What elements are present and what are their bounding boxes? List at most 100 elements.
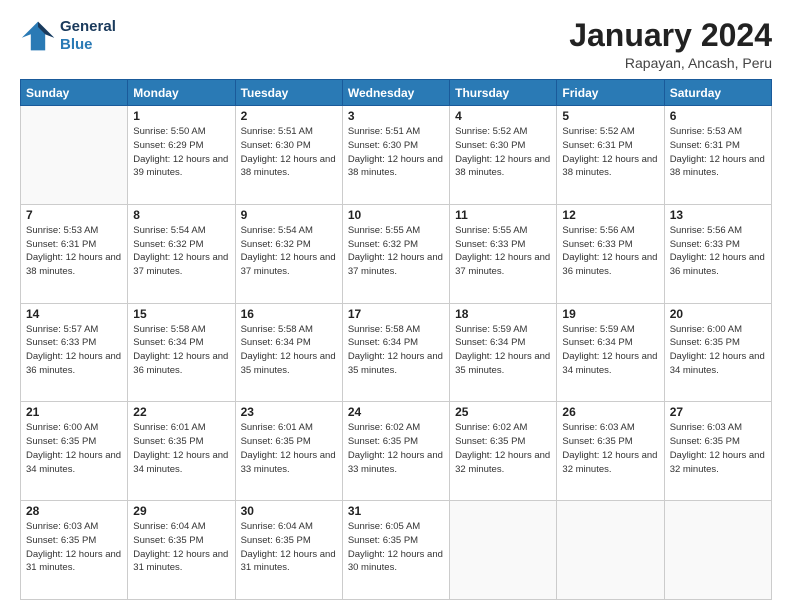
day-info: Sunrise: 6:03 AM Sunset: 6:35 PM Dayligh… xyxy=(562,421,658,476)
day-number: 3 xyxy=(348,109,444,123)
calendar-cell xyxy=(21,106,128,205)
calendar-week-row: 1 Sunrise: 5:50 AM Sunset: 6:29 PM Daylig… xyxy=(21,106,772,205)
logo-text: General Blue xyxy=(60,18,116,54)
calendar-cell: 25Sunrise: 6:02 AM Sunset: 6:35 PM Dayli… xyxy=(450,402,557,501)
calendar-cell: 21 Sunrise: 6:00 AM Sunset: 6:35 PM Dayli… xyxy=(21,402,128,501)
day-number: 16 xyxy=(241,307,337,321)
day-info: Sunrise: 5:54 AM Sunset: 6:32 PM Dayligh… xyxy=(133,224,229,279)
day-number: 31 xyxy=(348,504,444,518)
calendar-cell: 24 Sunrise: 6:02 AM Sunset: 6:35 PM Dayli… xyxy=(342,402,449,501)
calendar-cell: 2 Sunrise: 5:51 AM Sunset: 6:30 PM Daylig… xyxy=(235,106,342,205)
calendar-cell: 3 Sunrise: 5:51 AM Sunset: 6:30 PM Daylig… xyxy=(342,106,449,205)
day-number: 12 xyxy=(562,208,658,222)
calendar-cell: 27 Sunrise: 6:03 AM Sunset: 6:35 PM Dayli… xyxy=(664,402,771,501)
day-info: Sunrise: 6:03 AM Sunset: 6:35 PM Dayligh… xyxy=(26,520,122,575)
day-info: Sunrise: 6:02 AM Sunset: 6:35 PM Dayligh… xyxy=(348,421,444,476)
calendar-cell: 5Sunrise: 5:52 AM Sunset: 6:31 PM Daylig… xyxy=(557,106,664,205)
day-number: 19 xyxy=(562,307,658,321)
calendar-cell: 6Sunrise: 5:53 AM Sunset: 6:31 PM Daylig… xyxy=(664,106,771,205)
page: General Blue January 2024 Rapayan, Ancas… xyxy=(0,0,792,612)
calendar-day-header: Tuesday xyxy=(235,80,342,106)
calendar-cell: 31 Sunrise: 6:05 AM Sunset: 6:35 PM Dayli… xyxy=(342,501,449,600)
day-number: 17 xyxy=(348,307,444,321)
calendar-cell: 28Sunrise: 6:03 AM Sunset: 6:35 PM Dayli… xyxy=(21,501,128,600)
day-info: Sunrise: 5:58 AM Sunset: 6:34 PM Dayligh… xyxy=(133,323,229,378)
day-info: Sunrise: 5:56 AM Sunset: 6:33 PM Dayligh… xyxy=(562,224,658,279)
day-info: Sunrise: 6:05 AM Sunset: 6:35 PM Dayligh… xyxy=(348,520,444,575)
day-number: 18 xyxy=(455,307,551,321)
calendar-day-header: Wednesday xyxy=(342,80,449,106)
calendar-cell: 22 Sunrise: 6:01 AM Sunset: 6:35 PM Dayli… xyxy=(128,402,235,501)
calendar-day-header: Friday xyxy=(557,80,664,106)
day-number: 14 xyxy=(26,307,122,321)
calendar-day-header: Saturday xyxy=(664,80,771,106)
day-number: 29 xyxy=(133,504,229,518)
day-info: Sunrise: 6:00 AM Sunset: 6:35 PM Dayligh… xyxy=(670,323,766,378)
calendar-cell xyxy=(664,501,771,600)
day-number: 21 xyxy=(26,405,122,419)
calendar-cell: 19 Sunrise: 5:59 AM Sunset: 6:34 PM Dayli… xyxy=(557,303,664,402)
day-info: Sunrise: 6:04 AM Sunset: 6:35 PM Dayligh… xyxy=(241,520,337,575)
day-number: 25 xyxy=(455,405,551,419)
day-number: 9 xyxy=(241,208,337,222)
calendar-cell: 1 Sunrise: 5:50 AM Sunset: 6:29 PM Daylig… xyxy=(128,106,235,205)
day-number: 1 xyxy=(133,109,229,123)
calendar-cell: 14 Sunrise: 5:57 AM Sunset: 6:33 PM Dayli… xyxy=(21,303,128,402)
day-number: 27 xyxy=(670,405,766,419)
title-block: January 2024 Rapayan, Ancash, Peru xyxy=(569,18,772,71)
day-info: Sunrise: 5:51 AM Sunset: 6:30 PM Dayligh… xyxy=(241,125,337,180)
calendar-week-row: 28Sunrise: 6:03 AM Sunset: 6:35 PM Dayli… xyxy=(21,501,772,600)
day-info: Sunrise: 5:55 AM Sunset: 6:33 PM Dayligh… xyxy=(455,224,551,279)
calendar-cell xyxy=(450,501,557,600)
calendar-day-header: Monday xyxy=(128,80,235,106)
day-number: 5 xyxy=(562,109,658,123)
header: General Blue January 2024 Rapayan, Ancas… xyxy=(20,18,772,71)
day-number: 2 xyxy=(241,109,337,123)
calendar-cell: 12 Sunrise: 5:56 AM Sunset: 6:33 PM Dayli… xyxy=(557,204,664,303)
day-info: Sunrise: 5:50 AM Sunset: 6:29 PM Dayligh… xyxy=(133,125,229,180)
day-info: Sunrise: 6:01 AM Sunset: 6:35 PM Dayligh… xyxy=(133,421,229,476)
day-info: Sunrise: 5:55 AM Sunset: 6:32 PM Dayligh… xyxy=(348,224,444,279)
day-number: 23 xyxy=(241,405,337,419)
day-number: 26 xyxy=(562,405,658,419)
logo-icon xyxy=(20,18,56,54)
day-number: 22 xyxy=(133,405,229,419)
calendar-cell: 13Sunrise: 5:56 AM Sunset: 6:33 PM Dayli… xyxy=(664,204,771,303)
day-number: 8 xyxy=(133,208,229,222)
calendar-cell xyxy=(557,501,664,600)
calendar-day-header: Sunday xyxy=(21,80,128,106)
day-info: Sunrise: 5:52 AM Sunset: 6:30 PM Dayligh… xyxy=(455,125,551,180)
day-number: 11 xyxy=(455,208,551,222)
calendar-week-row: 21 Sunrise: 6:00 AM Sunset: 6:35 PM Dayli… xyxy=(21,402,772,501)
day-info: Sunrise: 5:58 AM Sunset: 6:34 PM Dayligh… xyxy=(241,323,337,378)
day-info: Sunrise: 5:51 AM Sunset: 6:30 PM Dayligh… xyxy=(348,125,444,180)
calendar-cell: 29 Sunrise: 6:04 AM Sunset: 6:35 PM Dayli… xyxy=(128,501,235,600)
day-info: Sunrise: 6:04 AM Sunset: 6:35 PM Dayligh… xyxy=(133,520,229,575)
day-number: 4 xyxy=(455,109,551,123)
calendar-cell: 10 Sunrise: 5:55 AM Sunset: 6:32 PM Dayli… xyxy=(342,204,449,303)
day-number: 24 xyxy=(348,405,444,419)
calendar-cell: 4 Sunrise: 5:52 AM Sunset: 6:30 PM Daylig… xyxy=(450,106,557,205)
day-info: Sunrise: 6:01 AM Sunset: 6:35 PM Dayligh… xyxy=(241,421,337,476)
day-number: 7 xyxy=(26,208,122,222)
day-number: 30 xyxy=(241,504,337,518)
calendar-cell: 16 Sunrise: 5:58 AM Sunset: 6:34 PM Dayli… xyxy=(235,303,342,402)
day-info: Sunrise: 5:57 AM Sunset: 6:33 PM Dayligh… xyxy=(26,323,122,378)
day-info: Sunrise: 6:03 AM Sunset: 6:35 PM Dayligh… xyxy=(670,421,766,476)
day-info: Sunrise: 5:53 AM Sunset: 6:31 PM Dayligh… xyxy=(26,224,122,279)
calendar-body: 1 Sunrise: 5:50 AM Sunset: 6:29 PM Daylig… xyxy=(21,106,772,600)
page-subtitle: Rapayan, Ancash, Peru xyxy=(569,55,772,71)
calendar-cell: 9Sunrise: 5:54 AM Sunset: 6:32 PM Daylig… xyxy=(235,204,342,303)
calendar-cell: 18 Sunrise: 5:59 AM Sunset: 6:34 PM Dayli… xyxy=(450,303,557,402)
day-number: 6 xyxy=(670,109,766,123)
day-info: Sunrise: 5:59 AM Sunset: 6:34 PM Dayligh… xyxy=(562,323,658,378)
page-title: January 2024 xyxy=(569,18,772,53)
day-number: 10 xyxy=(348,208,444,222)
day-number: 13 xyxy=(670,208,766,222)
calendar-header-row: SundayMondayTuesdayWednesdayThursdayFrid… xyxy=(21,80,772,106)
calendar-table: SundayMondayTuesdayWednesdayThursdayFrid… xyxy=(20,79,772,600)
calendar-cell: 11 Sunrise: 5:55 AM Sunset: 6:33 PM Dayli… xyxy=(450,204,557,303)
day-info: Sunrise: 6:00 AM Sunset: 6:35 PM Dayligh… xyxy=(26,421,122,476)
day-info: Sunrise: 5:59 AM Sunset: 6:34 PM Dayligh… xyxy=(455,323,551,378)
calendar-cell: 30 Sunrise: 6:04 AM Sunset: 6:35 PM Dayli… xyxy=(235,501,342,600)
